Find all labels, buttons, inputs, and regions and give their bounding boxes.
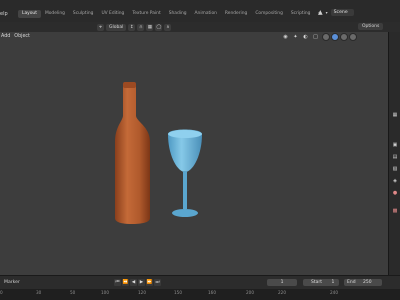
tab-shading[interactable]: Shading <box>165 10 191 18</box>
tab-texture-paint[interactable]: Texture Paint <box>128 10 164 18</box>
workspace-tabs: Layout Modeling Sculpting UV Editing Tex… <box>18 10 325 18</box>
ruler-tick: 160 <box>208 290 216 295</box>
scene-icon: ▲ <box>318 9 323 16</box>
viewport-tool-header: ⌖ Global ↕ ∩ ▦ ◯ ∧ <box>0 22 400 32</box>
tab-modeling[interactable]: Modeling <box>41 10 69 18</box>
jump-start-icon[interactable]: ⏮ <box>114 279 121 286</box>
end-value: 250 <box>363 280 372 285</box>
end-frame-field[interactable]: End 250 <box>344 279 382 286</box>
end-label: End <box>347 280 356 285</box>
wine-bottle[interactable] <box>115 82 150 224</box>
proportional-edit-icon[interactable]: ◯ <box>155 23 163 31</box>
3d-viewport[interactable]: Add Object ◉ ✦ ◐ □ <box>0 32 388 275</box>
options-button[interactable]: Options <box>358 23 384 30</box>
ruler-tick: 220 <box>278 290 286 295</box>
play-reverse-icon[interactable]: ◀ <box>130 279 137 286</box>
marker-menu[interactable]: Marker <box>4 280 20 285</box>
pivot-icon[interactable]: ↕ <box>128 23 136 31</box>
transform-orientation[interactable]: ⌖ Global ↕ ∩ ▦ ◯ ∧ <box>97 23 172 31</box>
viewport-scene <box>115 82 202 224</box>
scene-name[interactable]: Scene <box>330 9 354 16</box>
ruler-tick: 30 <box>36 290 42 295</box>
tool-properties-icon[interactable]: ▦ <box>391 112 399 118</box>
timeline-ruler[interactable]: 0 30 50 100 120 150 160 200 220 240 <box>0 289 400 300</box>
ruler-tick: 0 <box>0 290 3 295</box>
current-frame-field[interactable]: 1 <box>267 279 297 286</box>
wine-glass[interactable] <box>168 129 202 218</box>
render-properties-icon[interactable]: ▣ <box>391 142 399 148</box>
workspace-tab-bar: elp Layout Modeling Sculpting UV Editing… <box>0 0 400 23</box>
view-layer-icon[interactable]: ▧ <box>391 166 399 172</box>
ruler-tick: 200 <box>246 290 254 295</box>
tab-rendering[interactable]: Rendering <box>221 10 251 18</box>
prev-keyframe-icon[interactable]: ⏪ <box>122 279 129 286</box>
start-value: 1 <box>331 280 335 285</box>
snap-icon[interactable]: ∩ <box>137 23 145 31</box>
scene-selector[interactable]: ▲ ▾ Scene <box>318 9 354 16</box>
ruler-tick: 150 <box>174 290 182 295</box>
jump-end-icon[interactable]: ⏭ <box>154 279 161 286</box>
start-frame-field[interactable]: Start 1 <box>303 279 339 286</box>
chevron-down-icon: ▾ <box>325 10 328 15</box>
properties-tab-strip: ▦ ▣ ▤ ▧ ◈ ● ▩ <box>388 32 400 275</box>
ruler-tick: 240 <box>330 290 338 295</box>
tab-uv-editing[interactable]: UV Editing <box>97 10 128 18</box>
ruler-tick: 120 <box>138 290 146 295</box>
timeline-header: Marker ⏮ ⏪ ◀ ▶ ⏩ ⏭ 1 Start 1 End 250 <box>0 275 400 290</box>
scene-properties-icon[interactable]: ◈ <box>391 178 399 184</box>
next-keyframe-icon[interactable]: ⏩ <box>146 279 153 286</box>
output-properties-icon[interactable]: ▤ <box>391 154 399 160</box>
help-menu[interactable]: elp <box>0 11 8 17</box>
tab-layout[interactable]: Layout <box>18 10 41 18</box>
ruler-tick: 50 <box>70 290 76 295</box>
orientation-icon: ⌖ <box>97 23 104 31</box>
ruler-tick: 100 <box>101 290 109 295</box>
falloff-icon[interactable]: ∧ <box>164 23 172 31</box>
tab-animation[interactable]: Animation <box>191 10 221 18</box>
start-label: Start <box>311 280 322 285</box>
tab-sculpting[interactable]: Sculpting <box>69 10 98 18</box>
tab-compositing[interactable]: Compositing <box>251 10 287 18</box>
play-icon[interactable]: ▶ <box>138 279 145 286</box>
tab-scripting[interactable]: Scripting <box>287 10 315 18</box>
orientation-dropdown[interactable]: Global <box>106 23 127 31</box>
collection-properties-icon[interactable]: ▩ <box>391 208 399 214</box>
world-properties-icon[interactable]: ● <box>391 190 399 196</box>
playback-controls: ⏮ ⏪ ◀ ▶ ⏩ ⏭ <box>114 279 161 286</box>
snap-target-icon[interactable]: ▦ <box>146 23 154 31</box>
